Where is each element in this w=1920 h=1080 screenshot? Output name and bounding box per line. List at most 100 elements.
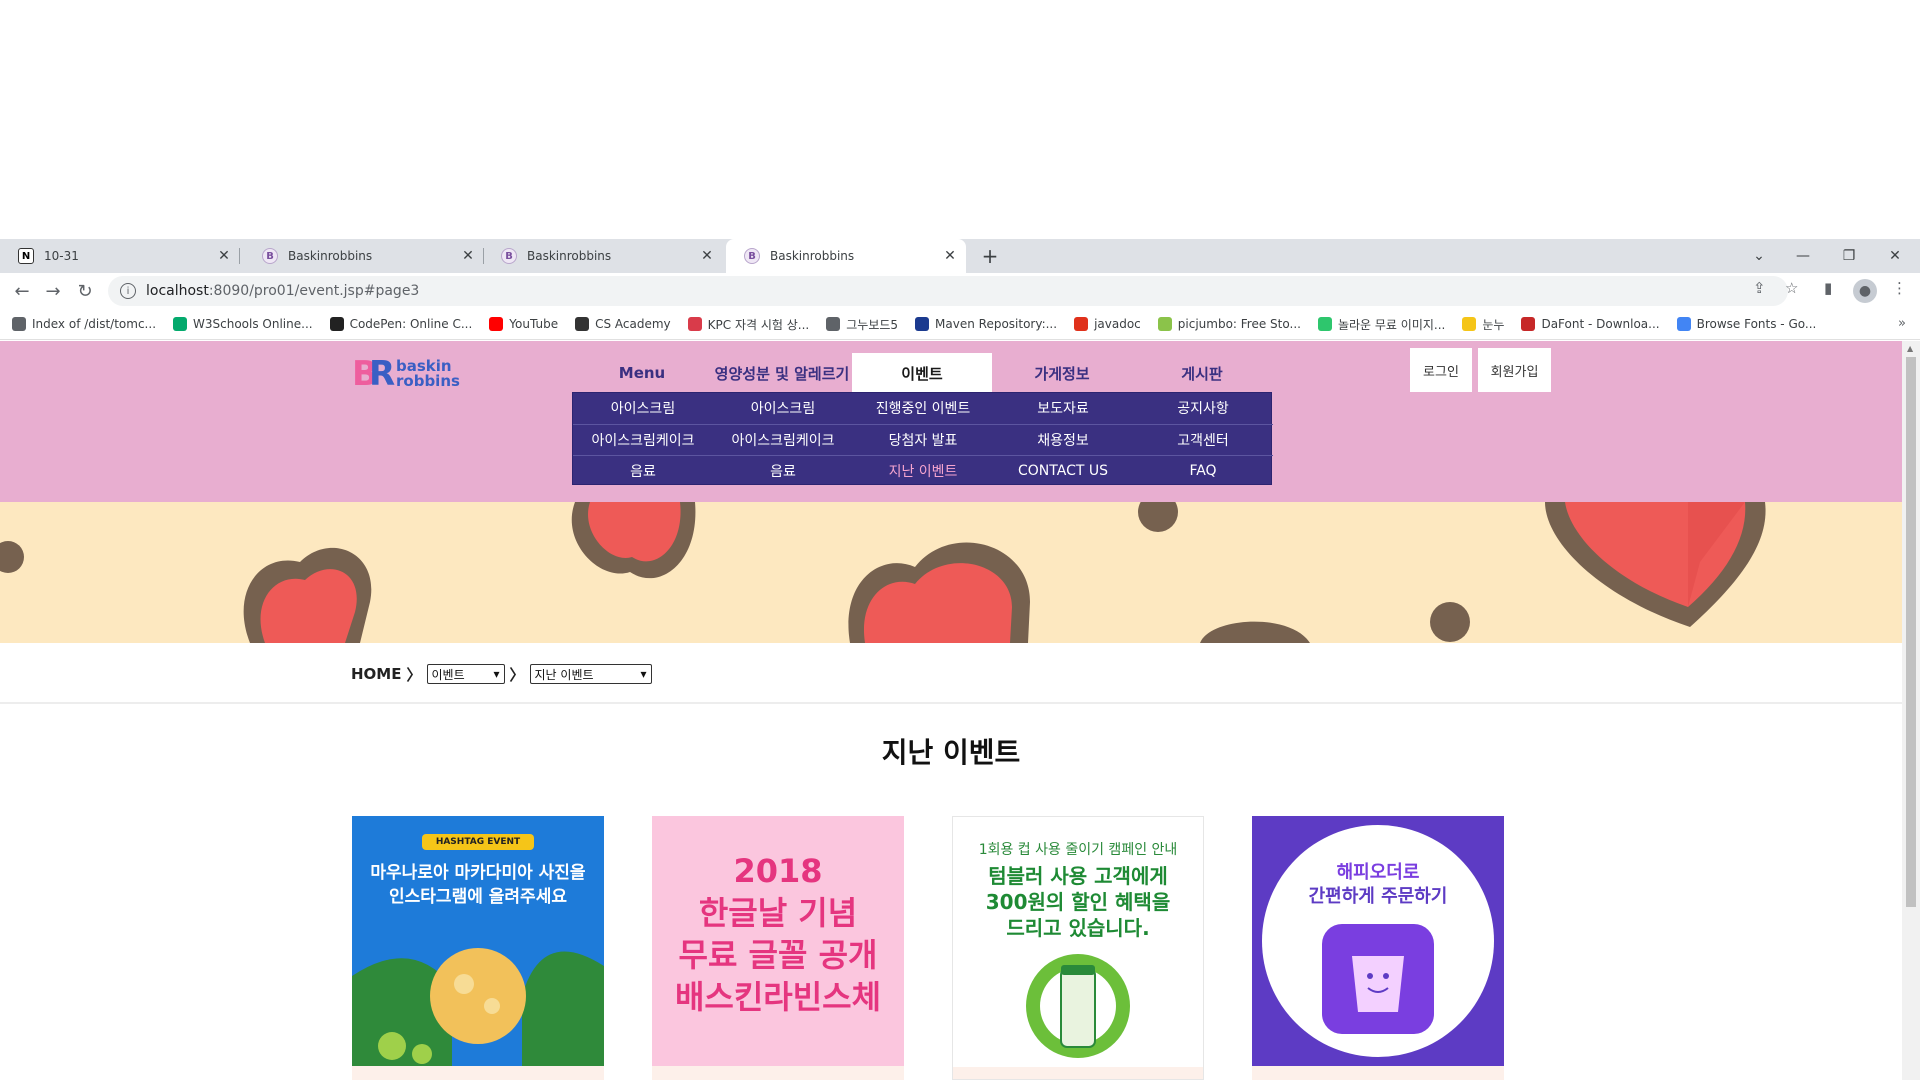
youtube-icon: [489, 317, 504, 331]
submenu-item[interactable]: 고객센터: [1133, 425, 1273, 455]
scroll-up-icon[interactable]: ▲: [1907, 344, 1913, 353]
bookmark-item[interactable]: W3Schools Online...: [173, 317, 313, 331]
page-scrollbar[interactable]: ▲: [1902, 341, 1920, 1080]
close-tab-icon[interactable]: ✕: [214, 248, 234, 264]
event-thumbnail: 해피오더로 간편하게 주문하기: [1252, 816, 1504, 1066]
address-bar[interactable]: i localhost:8090/pro01/event.jsp#page3: [108, 276, 1788, 306]
chrome-menu-icon[interactable]: ⋮: [1892, 279, 1907, 297]
submenu-item[interactable]: 아이스크림케이크: [713, 425, 853, 455]
event-card[interactable]: 해피오더로 간편하게 주문하기: [1252, 816, 1504, 1080]
browser-tab[interactable]: B Baskinrobbins ✕: [483, 239, 723, 273]
gnb-store[interactable]: 가게정보: [992, 353, 1132, 393]
bookmark-item[interactable]: 그누보드5: [826, 316, 898, 333]
bookmark-item[interactable]: 눈누: [1462, 316, 1504, 333]
gnb-board[interactable]: 게시판: [1132, 353, 1272, 393]
browser-tab[interactable]: N 10-31 ✕: [0, 239, 240, 273]
bookmark-item[interactable]: DaFont - Downloa...: [1521, 317, 1660, 331]
bookmark-item[interactable]: Browse Fonts - Go...: [1676, 317, 1816, 331]
maven-icon: [915, 317, 930, 331]
minimize-icon[interactable]: —: [1781, 239, 1825, 273]
close-tab-icon[interactable]: ✕: [458, 248, 478, 264]
side-panel-icon[interactable]: ▮: [1824, 279, 1832, 297]
bookmark-label: picjumbo: Free Sto...: [1177, 317, 1301, 331]
tab-search-icon[interactable]: ⌄: [1737, 239, 1781, 273]
javadoc-icon: [1074, 317, 1089, 331]
gnb-nutrition[interactable]: 영양성분 및 알레르기: [712, 353, 852, 393]
w3-icon: [173, 317, 188, 331]
gnb-event[interactable]: 이벤트: [852, 353, 992, 393]
bookmark-item[interactable]: CodePen: Online C...: [329, 317, 473, 331]
browser-toolbar: ← → ↻ i localhost:8090/pro01/event.jsp#p…: [0, 273, 1920, 309]
bookmark-item[interactable]: YouTube: [489, 317, 558, 331]
gnb-menu[interactable]: Menu: [572, 353, 712, 393]
back-icon[interactable]: ←: [8, 277, 36, 305]
bookmark-item[interactable]: CS Academy: [575, 317, 671, 331]
submenu-item[interactable]: 진행중인 이벤트: [853, 393, 993, 423]
breadcrumb-separator-icon: 〉: [509, 665, 525, 684]
event-thumbnail: 2018 한글날 기념 무료 글꼴 공개 배스킨라빈스체: [652, 816, 904, 1066]
card-line: 텀블러 사용 고객에게: [988, 864, 1168, 888]
mega-submenu: 아이스크림 아이스크림 진행중인 이벤트 보도자료 공지사항 아이스크림케이크 …: [572, 392, 1273, 486]
forward-icon[interactable]: →: [39, 277, 67, 305]
close-tab-icon[interactable]: ✕: [940, 248, 960, 264]
bookmark-item[interactable]: KPC 자격 시험 상...: [687, 316, 810, 333]
new-tab-button[interactable]: +: [976, 239, 1004, 273]
breadcrumb-home[interactable]: HOME: [351, 665, 401, 683]
browser-tab-active[interactable]: B Baskinrobbins ✕: [726, 239, 966, 273]
bookmark-label: CodePen: Online C...: [349, 317, 473, 331]
close-window-icon[interactable]: ✕: [1873, 239, 1917, 273]
card-headline: 간편하게 주문하기: [1308, 886, 1448, 907]
site-info-icon[interactable]: i: [120, 283, 136, 299]
event-thumbnail: HASHTAG EVENT 마우나로아 마카다미아 사진을 인스타그램에 올려주…: [352, 816, 604, 1066]
bookmark-label: KPC 자격 시험 상...: [707, 317, 810, 332]
submenu-item[interactable]: 아이스크림: [573, 393, 713, 423]
googlefonts-icon: [1676, 317, 1691, 331]
event-card[interactable]: 1회용 컵 사용 줄이기 캠페인 안내 텀블러 사용 고객에게 300원의 할인…: [952, 816, 1204, 1080]
bookmarks-overflow-icon[interactable]: »: [1898, 316, 1906, 331]
bookmark-item[interactable]: javadoc: [1074, 317, 1141, 331]
card-line: 무료 글꼴 공개: [678, 936, 878, 974]
page-title: 지난 이벤트: [881, 736, 1021, 769]
card-line: 배스킨라빈스체: [674, 978, 882, 1016]
submenu-item[interactable]: 음료: [573, 456, 713, 486]
submenu-item[interactable]: 보도자료: [993, 393, 1133, 423]
submenu-item[interactable]: 아이스크림케이크: [573, 425, 713, 455]
share-icon[interactable]: ⇪: [1753, 279, 1766, 297]
scrollbar-thumb[interactable]: [1906, 357, 1916, 907]
noonnu-icon: [1462, 317, 1477, 331]
card-caption: [1252, 1066, 1504, 1080]
dafont-icon: [1521, 317, 1536, 331]
signup-button[interactable]: 회원가입: [1478, 348, 1551, 392]
bookmark-item[interactable]: Maven Repository:...: [915, 317, 1057, 331]
globe-icon: [12, 317, 26, 331]
close-tab-icon[interactable]: ✕: [697, 248, 717, 264]
restore-icon[interactable]: ❐: [1827, 239, 1871, 273]
browser-tab[interactable]: B Baskinrobbins ✕: [244, 239, 484, 273]
baskin-robbins-logo[interactable]: B R baskin robbins: [352, 353, 472, 391]
profile-avatar-icon[interactable]: ●: [1853, 279, 1877, 303]
submenu-item[interactable]: CONTACT US: [993, 456, 1133, 486]
submenu-item[interactable]: FAQ: [1133, 456, 1273, 486]
breadcrumb-subcategory-select[interactable]: 지난 이벤트 ▾: [529, 664, 652, 684]
bookmark-item[interactable]: 놀라운 무료 이미지...: [1317, 316, 1445, 333]
login-button[interactable]: 로그인: [1410, 348, 1472, 392]
bookmark-item[interactable]: Index of /dist/tomc...: [12, 317, 156, 331]
card-line: 300원의 할인 혜택을: [985, 890, 1171, 914]
kpc-icon: [687, 317, 702, 331]
submenu-item[interactable]: 공지사항: [1133, 393, 1273, 423]
bookmark-star-icon[interactable]: ☆: [1785, 279, 1798, 297]
event-card[interactable]: HASHTAG EVENT 마우나로아 마카다미아 사진을 인스타그램에 올려주…: [352, 816, 604, 1080]
svg-text:R: R: [369, 354, 395, 391]
globe-icon: [826, 317, 841, 331]
card-line: 드리고 있습니다.: [1006, 916, 1150, 940]
desktop-blank-area: [0, 0, 1920, 239]
submenu-item[interactable]: 음료: [713, 456, 853, 486]
event-card[interactable]: 2018 한글날 기념 무료 글꼴 공개 배스킨라빈스체: [652, 816, 904, 1080]
submenu-item-current[interactable]: 지난 이벤트: [853, 456, 993, 486]
bookmark-item[interactable]: picjumbo: Free Sto...: [1157, 317, 1301, 331]
submenu-item[interactable]: 아이스크림: [713, 393, 853, 423]
breadcrumb-category-select[interactable]: 이벤트 ▾: [426, 664, 505, 684]
submenu-item[interactable]: 채용정보: [993, 425, 1133, 455]
reload-icon[interactable]: ↻: [71, 277, 99, 305]
submenu-item[interactable]: 당첨자 발표: [853, 425, 993, 455]
